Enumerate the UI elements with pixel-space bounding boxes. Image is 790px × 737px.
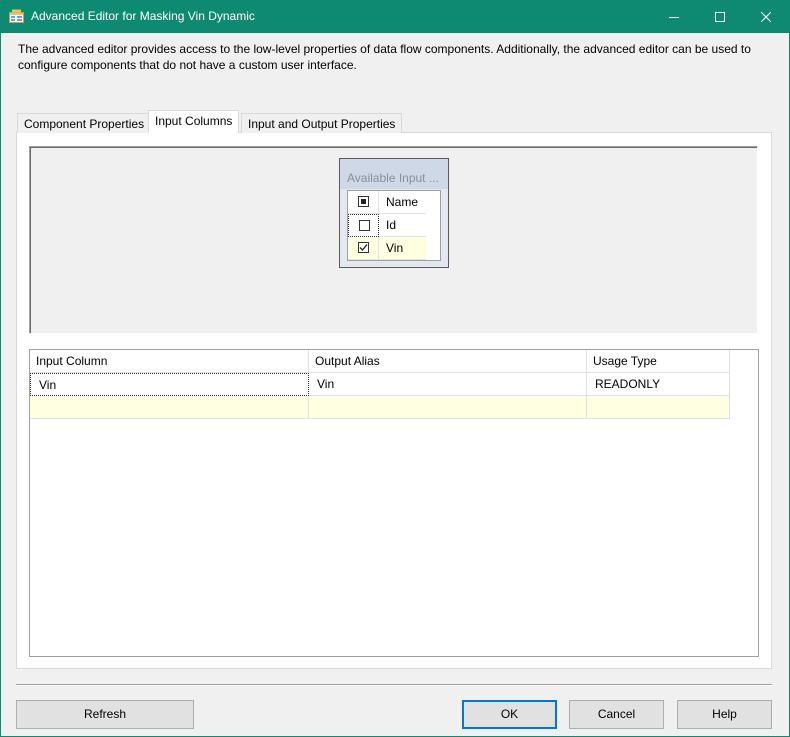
tab-input-output-properties[interactable]: Input and Output Properties bbox=[241, 113, 403, 133]
vin-checkbox-cell[interactable] bbox=[348, 237, 379, 260]
close-icon bbox=[761, 11, 771, 22]
ok-button[interactable]: OK bbox=[462, 700, 557, 729]
check-icon bbox=[359, 244, 368, 251]
available-column-row[interactable]: Id bbox=[348, 214, 426, 237]
minimize-button[interactable] bbox=[651, 1, 697, 32]
title-bar[interactable]: Advanced Editor for Masking Vin Dynamic bbox=[0, 0, 790, 33]
cancel-button[interactable]: Cancel bbox=[569, 700, 664, 729]
new-row-output-alias[interactable] bbox=[309, 396, 587, 419]
header-usage-type[interactable]: Usage Type bbox=[587, 350, 730, 373]
cell-output-alias[interactable]: Vin bbox=[309, 373, 587, 396]
id-checkbox[interactable] bbox=[359, 220, 370, 231]
maximize-icon bbox=[715, 11, 725, 22]
vin-checkbox[interactable] bbox=[358, 242, 369, 253]
column-mapping-grid[interactable]: Input Column Output Alias Usage Type Vin… bbox=[29, 349, 759, 657]
id-checkbox-cell[interactable] bbox=[348, 214, 379, 237]
header-output-alias[interactable]: Output Alias bbox=[309, 350, 587, 373]
close-button[interactable] bbox=[743, 1, 789, 32]
help-button[interactable]: Help bbox=[677, 700, 772, 729]
new-row-usage-type[interactable] bbox=[587, 396, 730, 419]
name-column-header: Name bbox=[379, 191, 426, 214]
available-column-name: Id bbox=[379, 214, 426, 237]
available-column-name: Vin bbox=[379, 237, 426, 260]
available-header-row: Name bbox=[348, 191, 426, 214]
available-columns-grid: Name Id Vin bbox=[347, 190, 441, 261]
new-row-input-column[interactable] bbox=[30, 396, 309, 419]
window-title: Advanced Editor for Masking Vin Dynamic bbox=[31, 9, 255, 23]
select-all-checkbox[interactable] bbox=[358, 196, 369, 207]
editor-description: The advanced editor provides access to t… bbox=[18, 42, 751, 72]
refresh-button[interactable]: Refresh bbox=[16, 700, 194, 729]
available-input-columns-box[interactable]: Available Input ... Name Id Vin bbox=[339, 158, 449, 268]
tab-input-columns[interactable]: Input Columns bbox=[148, 110, 240, 133]
minimize-icon bbox=[669, 12, 679, 22]
available-column-row[interactable]: Vin bbox=[348, 237, 426, 260]
app-icon bbox=[9, 9, 24, 23]
button-separator bbox=[16, 684, 772, 686]
cell-usage-type[interactable]: READONLY bbox=[587, 373, 730, 396]
header-input-column[interactable]: Input Column bbox=[30, 350, 309, 373]
tab-component-properties[interactable]: Component Properties bbox=[17, 113, 152, 133]
cell-input-column[interactable]: Vin bbox=[30, 373, 309, 396]
select-all-cell[interactable] bbox=[348, 191, 379, 214]
available-input-title: Available Input ... bbox=[340, 159, 448, 189]
maximize-button[interactable] bbox=[697, 1, 743, 32]
